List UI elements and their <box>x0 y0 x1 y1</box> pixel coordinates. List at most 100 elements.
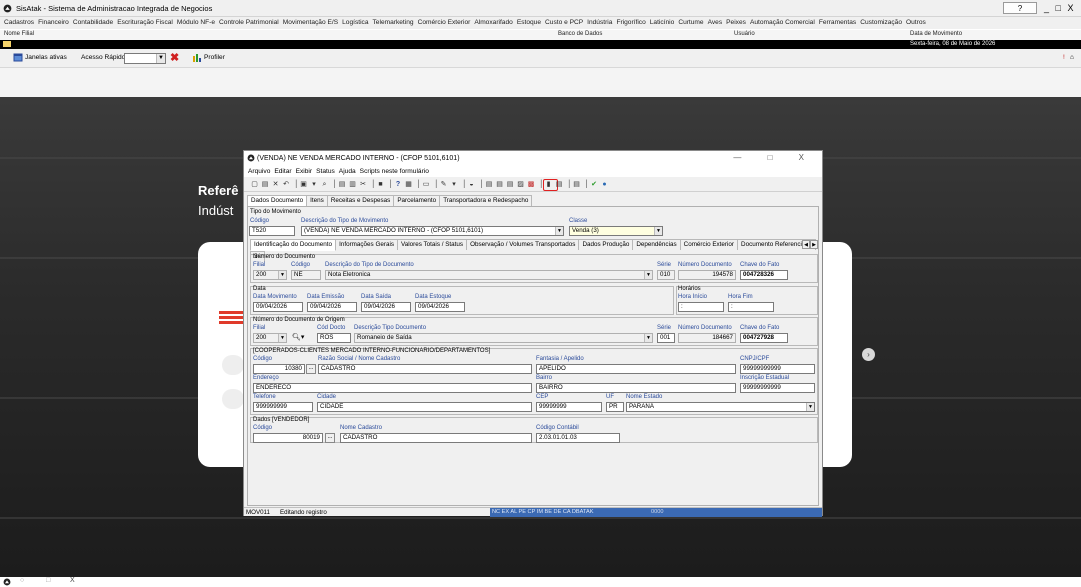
menu-item-2[interactable]: Contabilidade <box>73 17 113 29</box>
menu-item-13[interactable]: Indústria <box>587 17 612 29</box>
carousel-next-icon[interactable]: › <box>862 348 875 361</box>
origem-numero-field[interactable]: 184667 <box>678 333 736 343</box>
data-emissao-field[interactable]: 09/04/2026 <box>307 302 357 312</box>
menu-item-16[interactable]: Curtume <box>678 17 703 29</box>
sub-tab-3[interactable]: Observação / Volumes Transportados <box>466 239 580 250</box>
tipo-descricao-field[interactable]: (VENDA) NE VENDA MERCADO INTERNO - (CFOP… <box>301 226 564 236</box>
tab-scroll-right-icon[interactable]: ▶ <box>810 240 818 249</box>
help-button[interactable]: ? <box>1003 2 1037 14</box>
window-tool-icon[interactable]: ▭ <box>422 180 431 189</box>
window-tool-icon[interactable]: ? <box>394 180 403 189</box>
telefone-field[interactable]: 999999999 <box>253 402 313 412</box>
window-tool-icon[interactable]: ✂ <box>359 180 368 189</box>
filial-field[interactable]: 200 ▼ <box>253 270 287 280</box>
serie-field[interactable]: 010 <box>657 270 675 280</box>
menu-item-18[interactable]: Peixes <box>726 17 746 29</box>
tipo-codigo-field[interactable]: T520 <box>249 226 295 236</box>
window-tool-icon[interactable]: ▦ <box>404 180 413 189</box>
fantasia-field[interactable]: APELIDO <box>536 364 736 374</box>
data-mov-field[interactable]: 09/04/2026 <box>253 302 303 312</box>
data-estoque-field[interactable]: 09/04/2026 <box>415 302 465 312</box>
profiler-button[interactable]: Profiler <box>204 54 225 61</box>
window-tool-icon[interactable]: ↶ <box>282 180 291 189</box>
cep-field[interactable]: 99999999 <box>536 402 602 412</box>
origem-chave-field[interactable]: 004727928 <box>740 333 788 343</box>
codigo-doc-field[interactable]: NE <box>291 270 321 280</box>
window-menu-item-2[interactable]: Exibir <box>296 166 313 177</box>
main-tab-2[interactable]: Receitas e Despesas <box>326 195 395 206</box>
contabil-field[interactable]: 2.03.01.01.03 <box>536 433 620 443</box>
app-logo-icon[interactable] <box>3 578 11 586</box>
taskbar-maximize-icon[interactable]: □ <box>46 577 50 584</box>
sub-tab-0[interactable]: Identificação do Documento <box>250 239 337 251</box>
window-tool-icon[interactable]: ✕ <box>271 180 280 189</box>
menu-item-17[interactable]: Aves <box>708 17 723 29</box>
acesso-rapido-combo[interactable]: ▼ <box>124 53 166 64</box>
window-tool-icon[interactable]: ◒ <box>467 180 476 189</box>
razao-field[interactable]: CADASTRO <box>318 364 532 374</box>
menu-item-22[interactable]: Outros <box>906 17 926 29</box>
vendedor-codigo-field[interactable]: 80019 <box>253 433 323 443</box>
window-tool-icon[interactable]: ▤ <box>495 180 504 189</box>
main-tab-3[interactable]: Parcelamento <box>393 195 441 206</box>
window-tool-icon[interactable]: ▤ <box>261 180 270 189</box>
hora-fim-field[interactable]: : <box>728 302 774 312</box>
window-tool-icon[interactable]: ▣ <box>299 180 308 189</box>
numero-doc-field[interactable]: 194578 <box>678 270 736 280</box>
cliente-lookup-button[interactable]: ... <box>306 364 316 374</box>
menu-item-11[interactable]: Estoque <box>517 17 541 29</box>
hora-inicio-field[interactable]: : <box>678 302 724 312</box>
vendedor-nome-field[interactable]: CADASTRO <box>340 433 532 443</box>
origem-filial-field[interactable]: 200 ▼ <box>253 333 287 343</box>
menu-item-3[interactable]: Escrituração Fiscal <box>117 17 173 29</box>
sub-tab-6[interactable]: Comércio Exterior <box>679 239 739 250</box>
window-tool-icon[interactable]: ▮ <box>544 180 553 189</box>
window-controls[interactable]: _ □ X <box>1044 3 1075 13</box>
window-menu-item-4[interactable]: Ajuda <box>339 166 356 177</box>
menu-item-21[interactable]: Customização <box>860 17 902 29</box>
menu-item-1[interactable]: Financeiro <box>38 17 69 29</box>
tab-scroll-left-icon[interactable]: ◀ <box>802 240 810 249</box>
ie-field[interactable]: 99999999999 <box>740 383 815 393</box>
window-tool-icon[interactable]: ▾ <box>450 180 459 189</box>
window-tool-icon[interactable]: ▢ <box>250 180 259 189</box>
origem-serie-field[interactable]: 001 <box>657 333 675 343</box>
menu-item-15[interactable]: Laticínio <box>650 17 675 29</box>
taskbar-restore-icon[interactable]: ○ <box>20 577 24 584</box>
main-tab-1[interactable]: Itens <box>306 195 328 206</box>
menu-item-6[interactable]: Movimentação E/S <box>283 17 338 29</box>
window-tool-icon[interactable]: ▾ <box>310 180 319 189</box>
cnpj-field[interactable]: 99999999999 <box>740 364 815 374</box>
window-tool-icon[interactable]: ■ <box>376 180 385 189</box>
menu-item-10[interactable]: Almoxarifado <box>474 17 512 29</box>
window-tool-icon[interactable]: ▥ <box>348 180 357 189</box>
window-tool-icon[interactable]: ⌕ <box>320 180 329 189</box>
data-saida-field[interactable]: 09/04/2026 <box>361 302 411 312</box>
close-red-icon[interactable]: ✖ <box>170 51 179 64</box>
window-tool-icon[interactable]: ▤ <box>485 180 494 189</box>
sub-tab-4[interactable]: Dados Produção <box>578 239 634 250</box>
classe-field[interactable]: Venda (3) ▼ <box>569 226 663 236</box>
sub-tab-5[interactable]: Dependências <box>632 239 681 250</box>
main-tab-4[interactable]: Transportadora e Redespacho <box>439 195 533 206</box>
janelas-ativas-button[interactable]: Janelas ativas <box>25 54 67 61</box>
taskbar-close-icon[interactable]: X <box>70 577 75 584</box>
cidade-field[interactable]: CIDADE <box>317 402 532 412</box>
window-menu-item-0[interactable]: Arquivo <box>248 166 270 177</box>
menu-item-9[interactable]: Comércio Exterior <box>418 17 471 29</box>
uf-field[interactable]: PR <box>606 402 624 412</box>
menu-item-20[interactable]: Ferramentas <box>819 17 856 29</box>
bairro-field[interactable]: BAIRRO <box>536 383 736 393</box>
notification-icon[interactable]: ! <box>1063 54 1065 61</box>
window-menu-item-1[interactable]: Editar <box>274 166 291 177</box>
vendedor-lookup-button[interactable]: ... <box>325 433 335 443</box>
origem-cod-field[interactable]: ROS <box>317 333 351 343</box>
search-icon[interactable]: 🔍︎▾ <box>292 333 304 341</box>
menu-item-14[interactable]: Frigorífico <box>616 17 645 29</box>
menu-item-4[interactable]: Módulo NF-e <box>177 17 215 29</box>
menu-item-12[interactable]: Custo e PCP <box>545 17 583 29</box>
menu-item-0[interactable]: Cadastros <box>4 17 34 29</box>
menu-item-19[interactable]: Automação Comercial <box>750 17 815 29</box>
cliente-codigo-field[interactable]: 10380 <box>253 364 305 374</box>
window-menu-item-5[interactable]: Scripts neste formulário <box>360 166 429 177</box>
